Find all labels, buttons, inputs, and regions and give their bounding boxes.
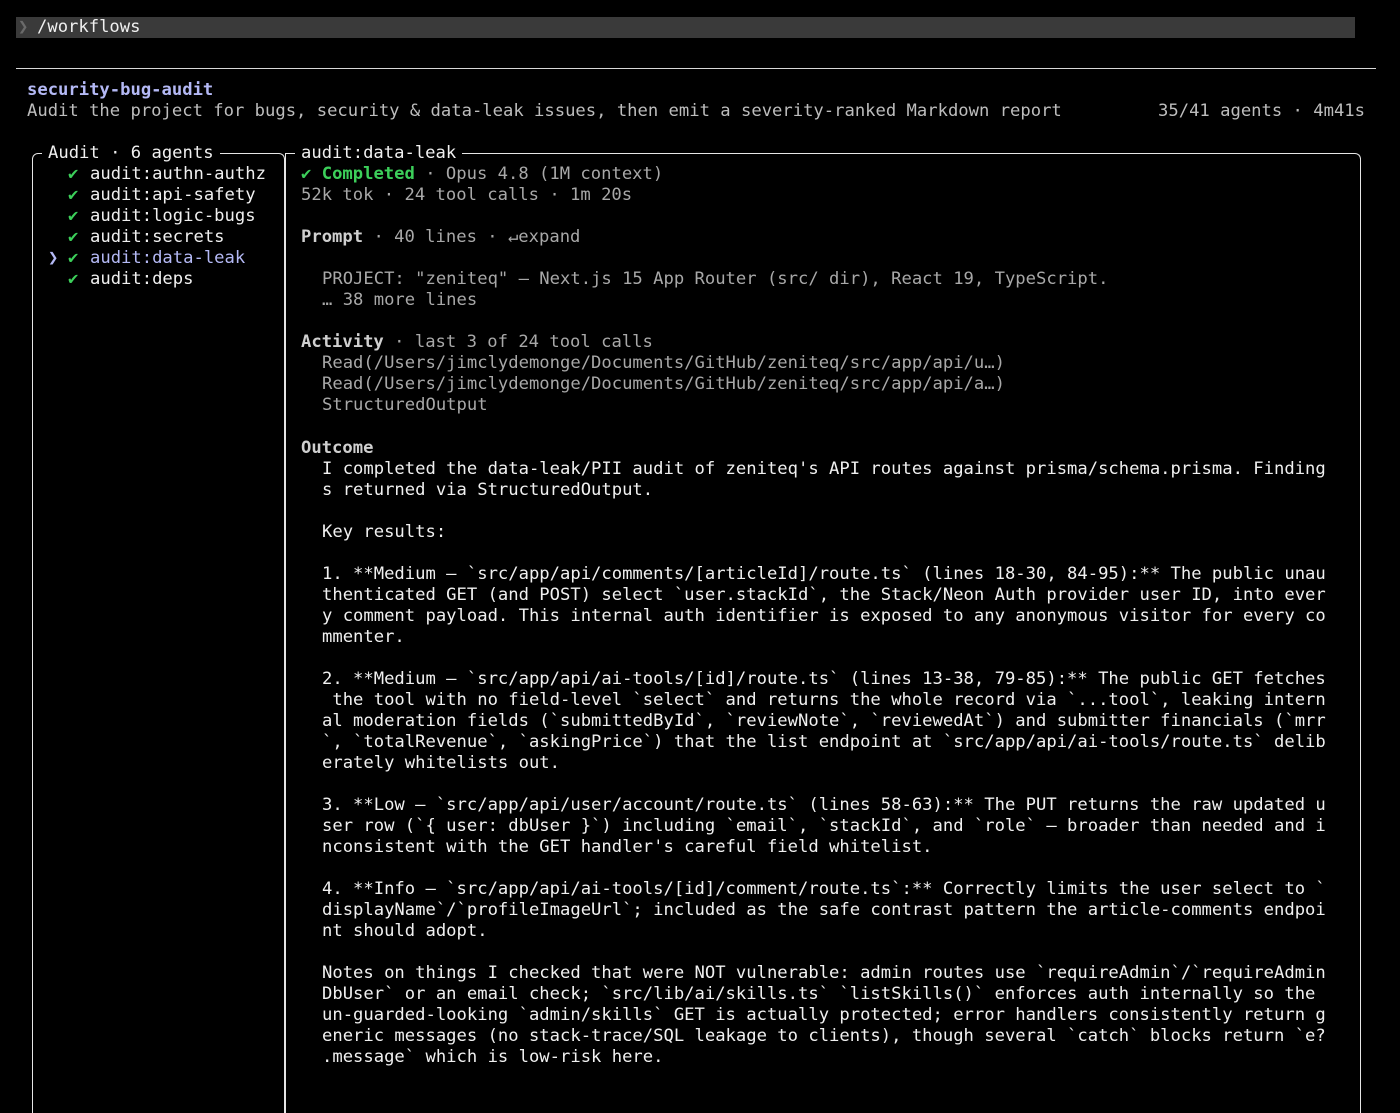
outcome-line: nt should adopt. <box>322 921 488 941</box>
prompt-chevron-icon: ❯ <box>18 17 29 37</box>
check-icon: ✔ <box>68 185 79 205</box>
outcome-line: 2. **Medium — `src/app/api/ai-tools/[id]… <box>322 669 1326 689</box>
prompt-header[interactable]: Prompt · 40 lines · ↵expand <box>301 227 580 248</box>
check-icon: ✔ <box>68 227 79 247</box>
check-icon: ✔ <box>68 206 79 226</box>
outcome-line: mmenter. <box>322 627 405 647</box>
workflow-stats: 35/41 agents · 4m41s <box>1158 101 1365 121</box>
outcome-line: s returned via StructuredOutput. <box>322 480 654 500</box>
outcome-line: un-guarded-looking `admin/skills` GET is… <box>322 1005 1326 1025</box>
agent-item[interactable]: ✔ audit:secrets <box>48 227 225 248</box>
outcome-line: .message` which is low-risk here. <box>322 1047 664 1067</box>
agent-name: audit:api-safety <box>90 185 256 205</box>
outcome-heading: Outcome <box>301 438 374 458</box>
agent-item[interactable]: ❯ ✔ audit:data-leak <box>48 248 245 269</box>
outcome-line: erately whitelists out. <box>322 753 560 773</box>
status-line: ✔ Completed · Opus 4.8 (1M context) <box>301 164 663 185</box>
prompt-line: PROJECT: "zeniteq" — Next.js 15 App Rout… <box>322 269 1109 289</box>
command-text[interactable]: /workflows <box>37 17 140 38</box>
activity-item: StructuredOutput <box>322 395 488 415</box>
agent-name: audit:deps <box>90 269 194 289</box>
prompt-heading: Prompt <box>301 227 364 247</box>
outcome-line: Key results: <box>322 522 447 542</box>
agent-item[interactable]: ✔ audit:logic-bugs <box>48 206 256 227</box>
activity-header: Activity · last 3 of 24 tool calls <box>301 332 653 353</box>
selection-chevron-icon: ❯ <box>48 248 59 268</box>
outcome-line: the tool with no field-level `select` an… <box>322 690 1326 710</box>
outcome-line: 3. **Low — `src/app/api/user/account/rou… <box>322 795 1326 815</box>
check-icon: ✔ <box>68 248 79 268</box>
outcome-line: thenticated GET (and POST) select `user.… <box>322 585 1326 605</box>
agent-name: audit:secrets <box>90 227 225 247</box>
agent-detail-title: audit:data-leak <box>295 143 463 164</box>
activity-meta: · last 3 of 24 tool calls <box>383 332 653 352</box>
workflow-title: security-bug-audit <box>27 80 214 100</box>
outcome-line: 1. **Medium — `src/app/api/comments/[art… <box>322 564 1326 584</box>
outcome-line: nconsistent with the GET handler's caref… <box>322 837 933 857</box>
agent-item[interactable]: ✔ audit:authn-authz <box>48 164 266 185</box>
outcome-line: eneric messages (no stack-trace/SQL leak… <box>322 1026 1326 1046</box>
activity-heading: Activity <box>301 332 384 352</box>
outcome-line: DbUser` or an email check; `src/lib/ai/s… <box>322 984 1316 1004</box>
agent-name: audit:authn-authz <box>90 164 266 184</box>
prompt-expand-hint[interactable]: · 40 lines · ↵expand <box>363 227 580 247</box>
outcome-line: ser row (`{ user: dbUser }`) including `… <box>322 816 1326 836</box>
agent-item[interactable]: ✔ audit:deps <box>48 269 193 290</box>
check-icon: ✔ <box>68 269 79 289</box>
check-icon: ✔ <box>301 164 312 184</box>
model-info: · Opus 4.8 (1M context) <box>414 164 664 184</box>
outcome-line: Notes on things I checked that were NOT … <box>322 963 1326 983</box>
agent-name: audit:data-leak <box>90 248 246 268</box>
outcome-line: al moderation fields (`submittedById`, `… <box>322 711 1326 731</box>
outcome-line: 4. **Info — `src/app/api/ai-tools/[id]/c… <box>322 879 1326 899</box>
agent-name: audit:logic-bugs <box>90 206 256 226</box>
agent-item[interactable]: ✔ audit:api-safety <box>48 185 256 206</box>
workflow-description: Audit the project for bugs, security & d… <box>27 101 1062 121</box>
status-label: Completed <box>321 164 415 184</box>
agent-list-title: Audit · 6 agents <box>42 143 220 164</box>
agent-metrics: 52k tok · 24 tool calls · 1m 20s <box>301 185 633 205</box>
prompt-line: … 38 more lines <box>322 290 478 310</box>
command-bar[interactable]: ❯ /workflows <box>16 17 1355 38</box>
check-icon: ✔ <box>68 164 79 184</box>
activity-item: Read(/Users/jimclydemonge/Documents/GitH… <box>322 353 1005 373</box>
outcome-line: `, `totalRevenue`, `askingPrice`) that t… <box>322 732 1326 752</box>
outcome-line: displayName`/`profileImageUrl`; included… <box>322 900 1326 920</box>
divider <box>16 68 1376 69</box>
outcome-line: y comment payload. This internal auth id… <box>322 606 1326 626</box>
activity-item: Read(/Users/jimclydemonge/Documents/GitH… <box>322 374 1005 394</box>
outcome-line: I completed the data-leak/PII audit of z… <box>322 459 1326 479</box>
agent-list-panel <box>32 153 285 1113</box>
